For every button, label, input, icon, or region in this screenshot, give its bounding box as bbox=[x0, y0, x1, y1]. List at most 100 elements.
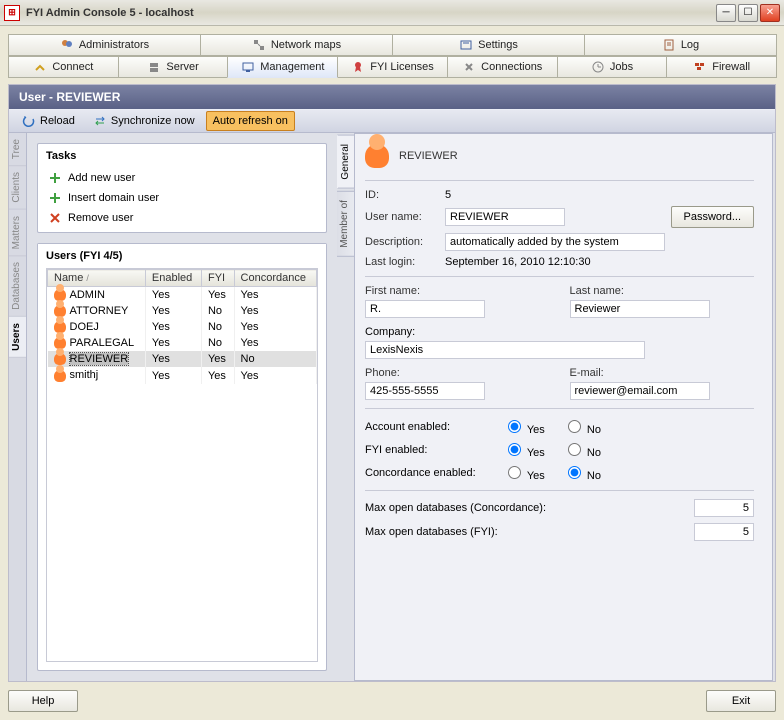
max-conc-input[interactable] bbox=[694, 499, 754, 517]
email-input[interactable] bbox=[570, 382, 710, 400]
max-fyi-input[interactable] bbox=[694, 523, 754, 541]
titlebar: ⊞ FYI Admin Console 5 - localhost ─ ☐ ✕ bbox=[0, 0, 784, 26]
table-row[interactable]: PARALEGALYesNoYes bbox=[48, 335, 317, 351]
panel-toolbar: Reload Synchronize now Auto refresh on bbox=[9, 109, 775, 133]
connections-icon bbox=[462, 60, 476, 74]
settings-icon bbox=[459, 38, 473, 52]
tasks-card: Tasks Add new user Insert domain user Re… bbox=[37, 143, 327, 233]
server-icon bbox=[147, 60, 161, 74]
task-remove-user[interactable]: Remove user bbox=[38, 208, 326, 228]
email-label: E-mail: bbox=[570, 367, 755, 379]
reload-button[interactable]: Reload bbox=[15, 111, 82, 131]
left-tab-clients[interactable]: Clients bbox=[9, 166, 26, 210]
left-tab-users[interactable]: Users bbox=[9, 317, 26, 358]
users-card: Users (FYI 4/5) Name /EnabledFYIConcorda… bbox=[37, 243, 327, 671]
column-fyi[interactable]: FYI bbox=[201, 270, 234, 287]
help-button[interactable]: Help bbox=[8, 690, 78, 712]
left-tab-tree[interactable]: Tree bbox=[9, 133, 26, 166]
remove-user-icon bbox=[48, 211, 62, 225]
network-maps-icon bbox=[252, 38, 266, 52]
panel-header: User - REVIEWER bbox=[9, 85, 775, 109]
tab-settings[interactable]: Settings bbox=[392, 34, 585, 56]
administrators-icon bbox=[60, 38, 74, 52]
id-value: 5 bbox=[445, 189, 451, 201]
tab-server[interactable]: Server bbox=[118, 56, 229, 78]
table-row[interactable]: smithjYesYesYes bbox=[48, 367, 317, 383]
concordance-enabled-yes[interactable]: Yes bbox=[503, 463, 545, 482]
lastname-label: Last name: bbox=[570, 285, 755, 297]
licenses-icon bbox=[351, 60, 365, 74]
tab-log[interactable]: Log bbox=[584, 34, 777, 56]
tab-network-maps[interactable]: Network maps bbox=[200, 34, 393, 56]
username-label: User name: bbox=[365, 211, 445, 223]
firewall-icon bbox=[693, 60, 707, 74]
lastlogin-value: September 16, 2010 12:10:30 bbox=[445, 256, 591, 268]
synchronize-button[interactable]: Synchronize now bbox=[86, 111, 202, 131]
tab-connect[interactable]: Connect bbox=[8, 56, 119, 78]
auto-refresh-toggle[interactable]: Auto refresh on bbox=[206, 111, 295, 131]
app-icon: ⊞ bbox=[4, 5, 20, 21]
firstname-label: First name: bbox=[365, 285, 550, 297]
lastlogin-label: Last login: bbox=[365, 256, 445, 268]
max-fyi-label: Max open databases (FYI): bbox=[365, 526, 498, 538]
left-column: Tasks Add new user Insert domain user Re… bbox=[27, 133, 337, 681]
phone-label: Phone: bbox=[365, 367, 550, 379]
company-label: Company: bbox=[365, 326, 754, 338]
column-concordance[interactable]: Concordance bbox=[234, 270, 316, 287]
tab-connections[interactable]: Connections bbox=[447, 56, 558, 78]
firstname-input[interactable] bbox=[365, 300, 485, 318]
account-enabled-yes[interactable]: Yes bbox=[503, 417, 545, 436]
tab-member-of[interactable]: Member of bbox=[337, 191, 355, 257]
id-label: ID: bbox=[365, 189, 445, 201]
fyi-enabled-yes[interactable]: Yes bbox=[503, 440, 545, 459]
password-button[interactable]: Password... bbox=[671, 206, 754, 228]
description-input[interactable] bbox=[445, 233, 665, 251]
account-enabled-no[interactable]: No bbox=[563, 417, 601, 436]
tab-management[interactable]: Management bbox=[227, 56, 338, 78]
maximize-button[interactable]: ☐ bbox=[738, 4, 758, 22]
table-row[interactable]: ADMINYesYesYes bbox=[48, 287, 317, 304]
phone-input[interactable] bbox=[365, 382, 485, 400]
user-avatar-icon bbox=[365, 144, 389, 168]
close-button[interactable]: ✕ bbox=[760, 4, 780, 22]
top-toolbars: Administrators Network maps Settings Log… bbox=[8, 34, 776, 78]
management-icon bbox=[241, 60, 255, 74]
lastname-input[interactable] bbox=[570, 300, 710, 318]
users-title: Users (FYI 4/5) bbox=[38, 244, 326, 268]
tab-firewall[interactable]: Firewall bbox=[666, 56, 777, 78]
tab-jobs[interactable]: Jobs bbox=[557, 56, 668, 78]
tasks-title: Tasks bbox=[38, 144, 326, 168]
insert-user-icon bbox=[48, 191, 62, 205]
left-tab-matters[interactable]: Matters bbox=[9, 210, 26, 256]
fyi-enabled-no[interactable]: No bbox=[563, 440, 601, 459]
company-input[interactable] bbox=[365, 341, 645, 359]
column-enabled[interactable]: Enabled bbox=[145, 270, 201, 287]
task-insert-domain-user[interactable]: Insert domain user bbox=[38, 188, 326, 208]
table-row[interactable]: DOEJYesNoYes bbox=[48, 319, 317, 335]
left-tab-databases[interactable]: Databases bbox=[9, 256, 26, 317]
concordance-enabled-label: Concordance enabled: bbox=[365, 467, 485, 479]
max-conc-label: Max open databases (Concordance): bbox=[365, 502, 546, 514]
account-enabled-label: Account enabled: bbox=[365, 421, 485, 433]
reload-icon bbox=[22, 114, 36, 128]
table-row[interactable]: ATTORNEYYesNoYes bbox=[48, 303, 317, 319]
username-input[interactable] bbox=[445, 208, 565, 226]
concordance-enabled-no[interactable]: No bbox=[563, 463, 601, 482]
log-icon bbox=[662, 38, 676, 52]
tab-fyi-licenses[interactable]: FYI Licenses bbox=[337, 56, 448, 78]
connect-icon bbox=[33, 60, 47, 74]
left-vertical-tabs: TreeClientsMattersDatabasesUsers bbox=[9, 133, 27, 681]
tab-general[interactable]: General bbox=[337, 135, 355, 189]
sync-icon bbox=[93, 114, 107, 128]
tab-administrators[interactable]: Administrators bbox=[8, 34, 201, 56]
footer: Help Exit bbox=[8, 682, 776, 712]
users-grid[interactable]: Name /EnabledFYIConcordance ADMINYesYesY… bbox=[46, 268, 318, 662]
right-vertical-tabs: General Member of bbox=[337, 133, 355, 681]
main-panel: User - REVIEWER Reload Synchronize now A… bbox=[8, 84, 776, 682]
window-title: FYI Admin Console 5 - localhost bbox=[26, 7, 716, 19]
task-add-user[interactable]: Add new user bbox=[38, 168, 326, 188]
minimize-button[interactable]: ─ bbox=[716, 4, 736, 22]
table-row[interactable]: REVIEWERYesYesNo bbox=[48, 351, 317, 367]
add-user-icon bbox=[48, 171, 62, 185]
exit-button[interactable]: Exit bbox=[706, 690, 776, 712]
